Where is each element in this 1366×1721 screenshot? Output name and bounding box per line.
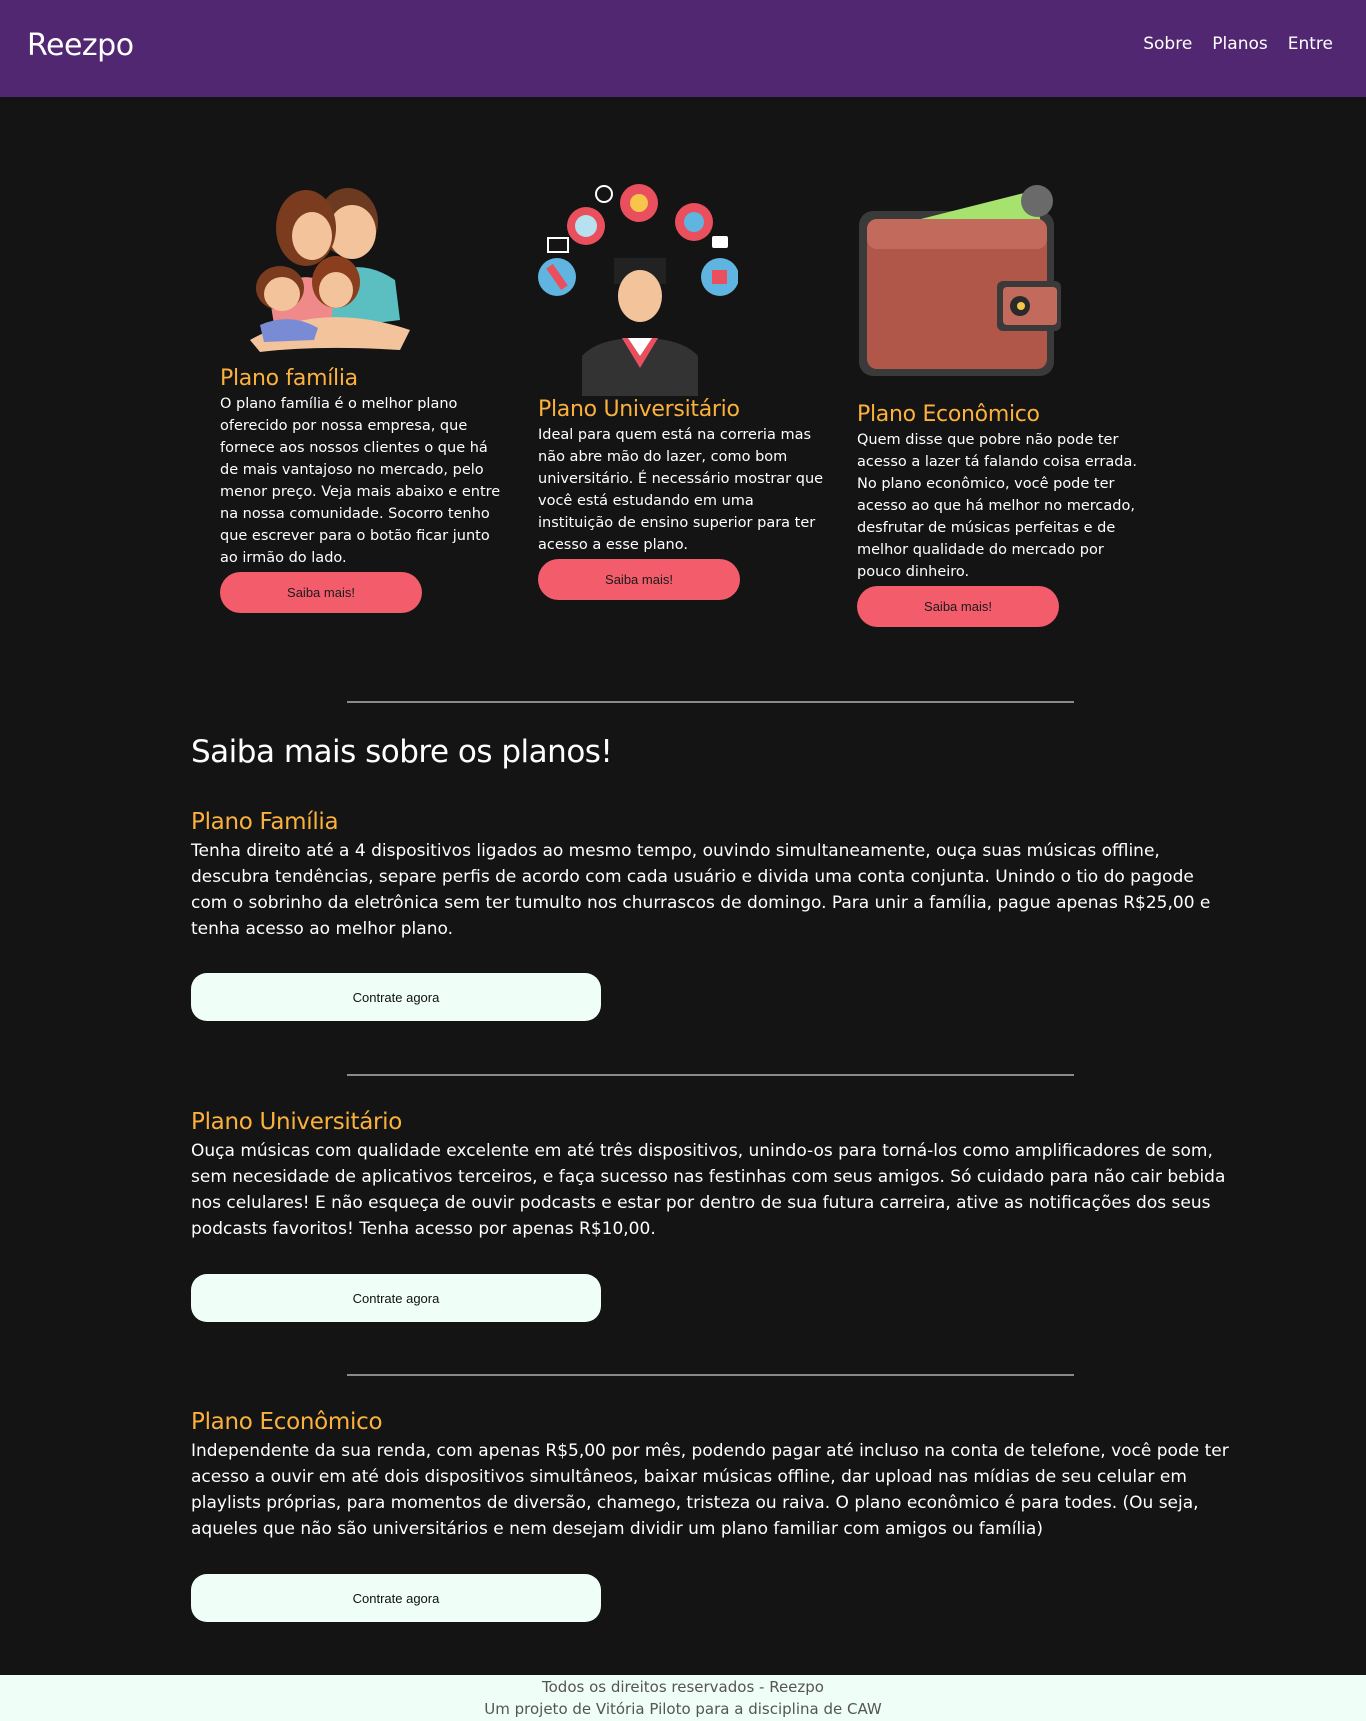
card-text-economic: Quem disse que pobre não pode ter acesso… [857, 432, 1137, 580]
card-title-university: Plano Universitário [538, 397, 740, 422]
family-saiba-mais-button[interactable]: Saiba mais! [220, 572, 422, 613]
nav-link-planos[interactable]: Planos [1212, 34, 1267, 54]
plan-detail-text-family: Tenha direito até a 4 dispositivos ligad… [191, 841, 1211, 939]
plan-detail-economic: Plano Econômico Independente da sua rend… [191, 1406, 1231, 1542]
footer-credits: Um projeto de Vitória Piloto para a disc… [484, 1700, 882, 1718]
economic-saiba-mais-button[interactable]: Saiba mais! [857, 586, 1059, 627]
family-illustration-icon [220, 180, 520, 365]
plan-detail-university: Plano Universitário Ouça músicas com qua… [191, 1106, 1231, 1242]
university-saiba-mais-button[interactable]: Saiba mais! [538, 559, 740, 600]
footer-copyright: Todos os direitos reservados - Reezpo [542, 1678, 824, 1696]
brand-logo[interactable]: Reezpo [27, 28, 134, 63]
card-text-university: Ideal para quem está na correria mas não… [538, 427, 824, 553]
wallet-illustration-icon [857, 181, 1157, 401]
section-divider [347, 701, 1074, 703]
plan-detail-title-family: Plano Família [191, 809, 339, 835]
card-text-family: O plano família é o melhor plano ofereci… [220, 396, 501, 566]
graduate-illustration-icon [538, 178, 838, 396]
main-nav: Sobre Planos Entre [1143, 34, 1333, 54]
plan-detail-title-university: Plano Universitário [191, 1109, 403, 1135]
plan-detail-family: Plano Família Tenha direito até a 4 disp… [191, 806, 1231, 942]
page-footer: Todos os direitos reservados - Reezpo Um… [0, 1675, 1366, 1721]
card-title-economic: Plano Econômico [857, 402, 1040, 427]
plan-card-family: Plano família O plano família é o melhor… [220, 180, 520, 613]
section-divider [347, 1074, 1074, 1076]
economic-contrate-button[interactable]: Contrate agora [191, 1574, 601, 1622]
section-divider [347, 1374, 1074, 1376]
plan-detail-title-economic: Plano Econômico [191, 1409, 383, 1435]
family-contrate-button[interactable]: Contrate agora [191, 973, 601, 1021]
card-title-family: Plano família [220, 366, 358, 391]
nav-link-sobre[interactable]: Sobre [1143, 34, 1192, 54]
plan-detail-text-economic: Independente da sua renda, com apenas R$… [191, 1441, 1229, 1539]
top-navbar: Reezpo Sobre Planos Entre [0, 0, 1366, 97]
university-contrate-button[interactable]: Contrate agora [191, 1274, 601, 1322]
plan-card-economic: Plano Econômico Quem disse que pobre não… [857, 181, 1157, 627]
plan-card-university: Plano Universitário Ideal para quem está… [538, 178, 838, 600]
details-section-title: Saiba mais sobre os planos! [191, 734, 613, 770]
nav-link-entre[interactable]: Entre [1288, 34, 1333, 54]
plan-detail-text-university: Ouça músicas com qualidade excelente em … [191, 1141, 1226, 1239]
